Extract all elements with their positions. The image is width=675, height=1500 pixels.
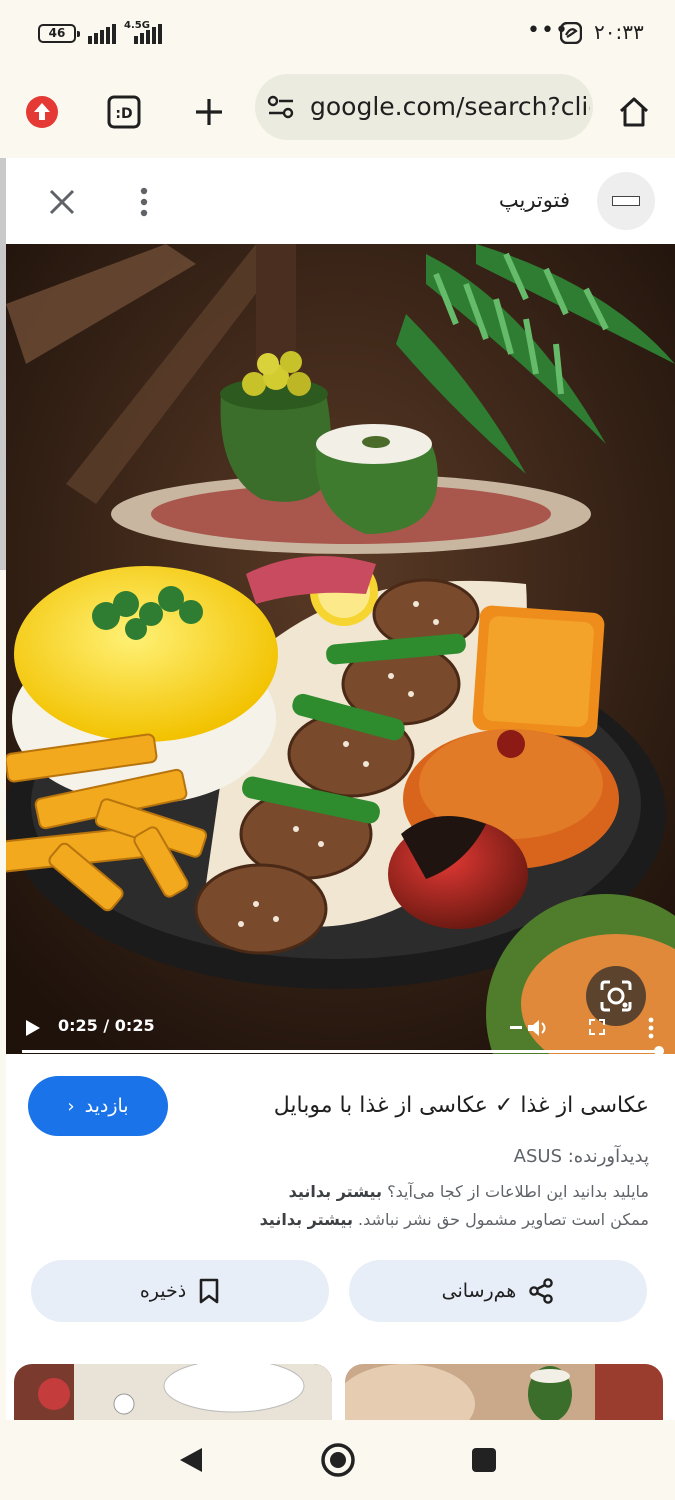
bookmark-icon — [199, 1278, 219, 1304]
creator-name: ASUS — [513, 1146, 563, 1167]
status-time: ۲۰:۳۳ — [594, 20, 644, 44]
back-icon[interactable] — [178, 1446, 204, 1474]
signal-icon-2 — [134, 24, 162, 44]
source-logo[interactable] — [597, 172, 655, 230]
share-icon — [529, 1278, 554, 1304]
info-source-text: مایلید بدانید این اطلاعات از کجا می‌آید؟ — [387, 1182, 649, 1201]
chevron-left-icon: ‹ — [67, 1095, 75, 1117]
tab-switcher-icon: :D — [107, 95, 141, 129]
battery-indicator: 46 — [38, 24, 80, 43]
app-notification-icon — [560, 22, 582, 44]
video-player[interactable]: 0:25 / 0:25 — [6, 244, 675, 1054]
info-source-line: مایلید بدانید این اطلاعات از کجا می‌آید؟… — [49, 1182, 649, 1201]
image-viewer-panel: فتوتریپ 0:25 / 0:25 بازدید ‹ عکاسی از غذ… — [6, 158, 675, 1420]
copyright-line: ممکن است تصاویر مشمول حق نشر نباشد. بیشت… — [49, 1210, 649, 1229]
more-options-button[interactable] — [122, 178, 166, 226]
volume-icon[interactable] — [510, 1018, 554, 1038]
video-controls: 0:25 / 0:25 — [6, 1004, 675, 1054]
site-settings-icon[interactable] — [267, 94, 295, 120]
plus-icon — [196, 99, 222, 125]
update-arrow-icon — [26, 96, 58, 128]
video-progress-bar[interactable] — [22, 1046, 664, 1054]
fullscreen-icon[interactable] — [589, 1019, 605, 1035]
new-tab-button[interactable] — [183, 86, 235, 138]
home-icon — [619, 97, 649, 127]
save-button[interactable]: ذخیره — [31, 1260, 329, 1322]
home-button[interactable] — [608, 86, 660, 138]
home-nav-icon[interactable] — [320, 1442, 356, 1478]
share-button[interactable]: هم‌رسانی — [349, 1260, 647, 1322]
video-more-icon[interactable] — [646, 1016, 656, 1040]
status-bar: 46 4.5G ••• ۲۰:۳۳ — [0, 0, 675, 66]
svg-text::D: :D — [115, 106, 132, 122]
address-bar[interactable]: google.com/search?client — [255, 74, 593, 140]
panel-header: فتوتریپ — [6, 158, 675, 244]
related-image-thumbnail[interactable] — [14, 1364, 332, 1420]
update-chrome-button[interactable] — [16, 86, 68, 138]
copyright-learn-more-link[interactable]: بیشتر بدانید — [260, 1210, 353, 1229]
copyright-text: ممکن است تصاویر مشمول حق نشر نباشد. — [358, 1210, 649, 1229]
close-button[interactable] — [38, 178, 86, 226]
video-progress-fill — [22, 1050, 658, 1053]
system-navigation-bar — [0, 1420, 675, 1500]
creator-prefix: پدیدآورنده: — [562, 1146, 649, 1167]
creator-credit: پدیدآورنده: ASUS — [514, 1146, 649, 1167]
signal-icon — [88, 24, 116, 44]
visit-button[interactable]: بازدید ‹ — [28, 1076, 168, 1136]
close-icon — [49, 189, 75, 215]
source-name[interactable]: فتوتریپ — [499, 188, 570, 212]
video-progress-knob[interactable] — [654, 1046, 664, 1054]
result-title[interactable]: عکاسی از غذا ✓ عکاسی از غذا با موبایل — [209, 1093, 649, 1118]
recents-icon[interactable] — [472, 1448, 496, 1472]
visit-label: بازدید — [84, 1095, 129, 1117]
tab-switcher-button[interactable]: :D — [98, 86, 150, 138]
share-label: هم‌رسانی — [441, 1280, 517, 1302]
browser-toolbar: :D google.com/search?client — [0, 66, 675, 158]
source-logo-icon — [612, 196, 640, 206]
related-image-1 — [14, 1364, 332, 1420]
url-text[interactable]: google.com/search?client — [310, 92, 590, 121]
play-icon[interactable] — [24, 1018, 42, 1038]
related-image-2 — [345, 1364, 663, 1420]
learn-more-link[interactable]: بیشتر بدانید — [289, 1182, 382, 1201]
related-image-thumbnail[interactable] — [345, 1364, 663, 1420]
more-vert-icon — [140, 187, 148, 217]
video-time: 0:25 / 0:25 — [58, 1016, 155, 1035]
save-label: ذخیره — [139, 1280, 187, 1302]
food-platter-image — [6, 244, 675, 1054]
